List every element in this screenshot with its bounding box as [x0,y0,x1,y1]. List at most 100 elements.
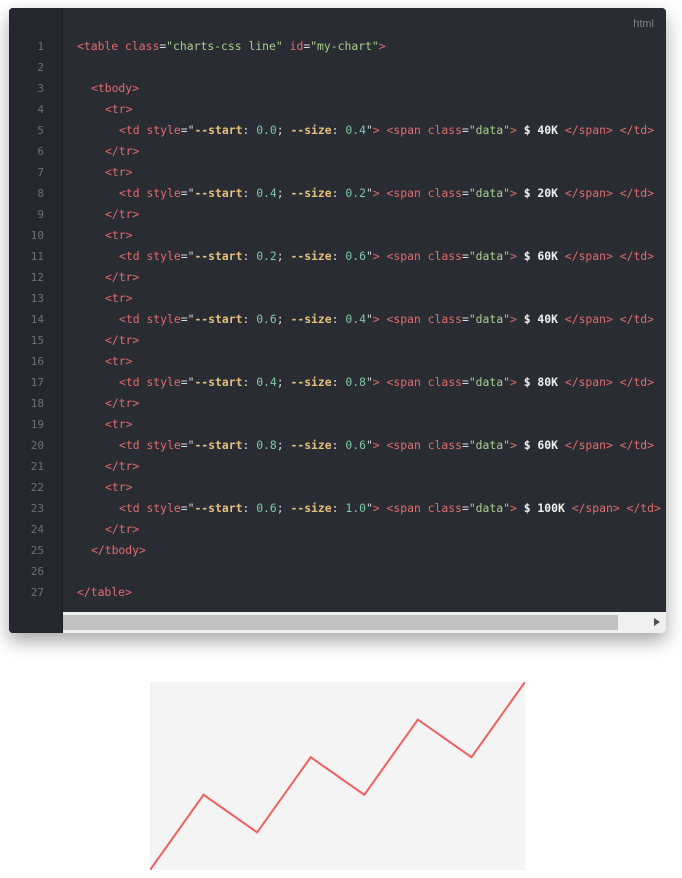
code-token-prop: --size [290,501,332,515]
code-token-punc [517,123,524,137]
code-line: <tbody> [91,78,139,99]
code-line: <tr> [105,351,132,372]
code-token-punc [558,312,565,326]
line-number: 25 [30,544,44,557]
code-token-punc: : [242,375,257,389]
line-number: 27 [30,586,44,599]
code-line: </tr> [105,204,139,225]
code-token-tag: </tr> [105,396,140,410]
line-number-gutter: 1 2 3 4 5 6 7 8 9 10 11 12 13 14 15 16 17 18 19 20 21 22 23 24 2… [9,8,63,633]
code-token-punc: ; [276,123,291,137]
code-token-punc: ; [276,438,291,452]
code-token-str: "data" [468,438,510,452]
code-token-attr: style [146,312,181,326]
code-token-tag: </tr> [105,522,140,536]
code-token-punc: =" [180,186,195,200]
scrollbar-thumb[interactable] [63,615,618,630]
code-token-str: "data" [468,186,510,200]
code-token-txt: $ 40K [523,123,558,137]
code-token-tag: > [372,501,380,515]
code-line: <td style="--start: 0.6; --size: 0.4"> <… [119,309,654,330]
line-number: 23 [30,502,44,515]
code-token-tag: </span> [564,375,613,389]
code-token-punc: ; [276,375,291,389]
line-number: 2 [37,61,44,74]
code-token-tag: <td [119,249,140,263]
code-token-tag: > [509,186,517,200]
code-token-punc [283,39,290,53]
chart-series-line [150,682,525,870]
code-token-punc [613,123,620,137]
code-token-tag: </tbody> [91,543,146,557]
code-token-tag: <tbody> [91,81,140,95]
code-line: <tr> [105,288,132,309]
code-token-prop: --start [194,375,243,389]
line-number: 21 [30,460,44,473]
code-token-punc: ; [276,249,291,263]
code-line: <tr> [105,414,132,435]
line-chart [150,682,525,870]
code-token-punc [558,123,565,137]
code-token-num: 0.6 [345,438,366,452]
code-token-tag: > [372,123,380,137]
line-number: 11 [30,250,44,263]
code-token-punc: = [461,186,469,200]
code-token-tag: > [372,375,380,389]
code-token-str: "data" [468,501,510,515]
code-token-punc [558,186,565,200]
line-number: 17 [30,376,44,389]
code-line: </tr> [105,267,139,288]
code-token-str: "data" [468,375,510,389]
code-token-txt: $ 80K [523,375,558,389]
code-token-punc: : [331,501,346,515]
horizontal-scrollbar[interactable] [63,612,666,633]
line-number: 15 [30,334,44,347]
code-token-punc [380,186,387,200]
code-token-punc [517,438,524,452]
scroll-right-arrow-icon[interactable] [654,618,660,626]
line-number: 8 [37,187,44,200]
code-token-punc [421,186,428,200]
code-token-tag: </span> [564,312,613,326]
code-token-tag: </td> [619,438,655,452]
code-token-tag: </span> [564,123,613,137]
code-token-str: "data" [468,123,510,137]
code-line: </table> [77,582,132,603]
code-token-punc: = [461,375,469,389]
code-token-punc: : [242,438,257,452]
code-token-punc [421,123,428,137]
code-line: </tr> [105,519,139,540]
code-token-tag: </td> [619,249,655,263]
code-token-tag: > [378,39,386,53]
code-token-punc [613,375,620,389]
line-number: 12 [30,271,44,284]
code-line: <td style="--start: 0.6; --size: 1.0"> <… [119,498,661,519]
code-token-tag: </td> [619,312,655,326]
line-number: 14 [30,313,44,326]
code-token-attr: class [427,186,462,200]
code-token-tag: <td [119,375,140,389]
line-number: 9 [37,208,44,221]
code-token-num: 0.4 [345,312,366,326]
code-area[interactable]: <table class="charts-css line" id="my-ch… [63,8,666,612]
line-number: 1 [37,40,44,53]
code-token-punc: : [242,186,257,200]
code-token-tag: > [509,438,517,452]
code-line: <td style="--start: 0.2; --size: 0.6"> <… [119,246,654,267]
code-token-punc: =" [180,501,195,515]
code-token-punc [380,375,387,389]
code-token-num: 0.8 [256,438,277,452]
code-token-tag: <td [119,186,140,200]
code-token-prop: --size [290,375,332,389]
code-token-punc [421,375,428,389]
code-token-tag: > [509,249,517,263]
code-token-tag: </tr> [105,207,140,221]
line-number: 10 [30,229,44,242]
code-token-attr: class [427,438,462,452]
code-token-tag: <span [386,186,421,200]
code-token-punc [380,438,387,452]
code-line: </tbody> [91,540,146,561]
code-token-tag: <tr> [105,354,133,368]
line-number: 3 [37,82,44,95]
code-token-punc [517,375,524,389]
